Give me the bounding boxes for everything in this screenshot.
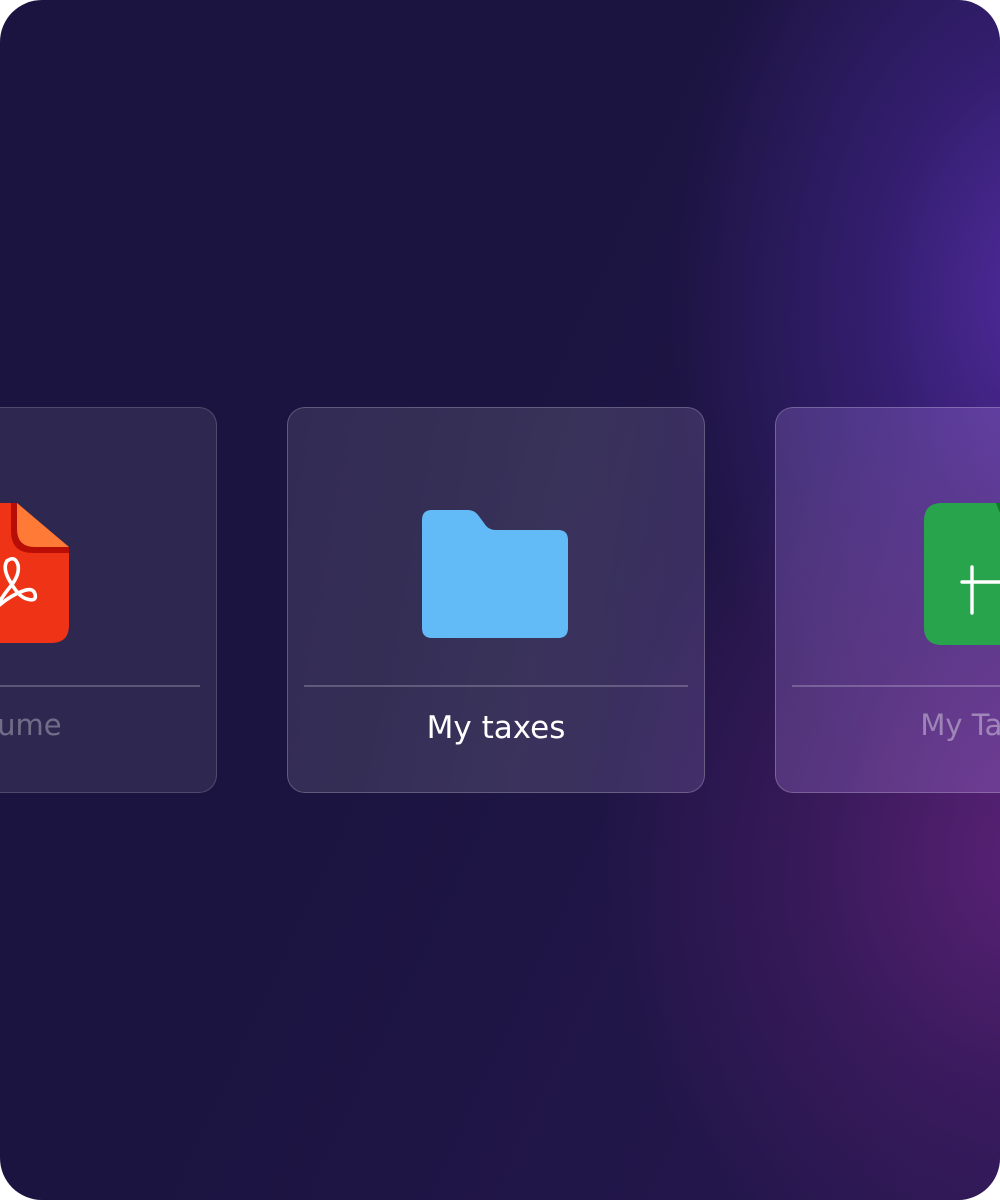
file-card-resume[interactable]: Resume xyxy=(0,407,217,793)
file-name-label: Resume xyxy=(0,708,62,742)
card-divider xyxy=(792,685,1000,687)
spreadsheet-icon xyxy=(924,503,1000,645)
file-name-label: My taxes xyxy=(426,710,566,746)
file-name-label: My Taxes xyxy=(920,708,1000,742)
folder-icon xyxy=(422,510,568,638)
app-frame: Resume My taxes My Taxes xyxy=(0,0,1000,1200)
card-divider xyxy=(0,685,200,687)
file-card-my-taxes-folder[interactable]: My taxes xyxy=(287,407,705,793)
pdf-icon xyxy=(0,503,69,643)
card-divider xyxy=(304,685,688,687)
file-card-my-taxes-sheet[interactable]: My Taxes xyxy=(775,407,1000,793)
